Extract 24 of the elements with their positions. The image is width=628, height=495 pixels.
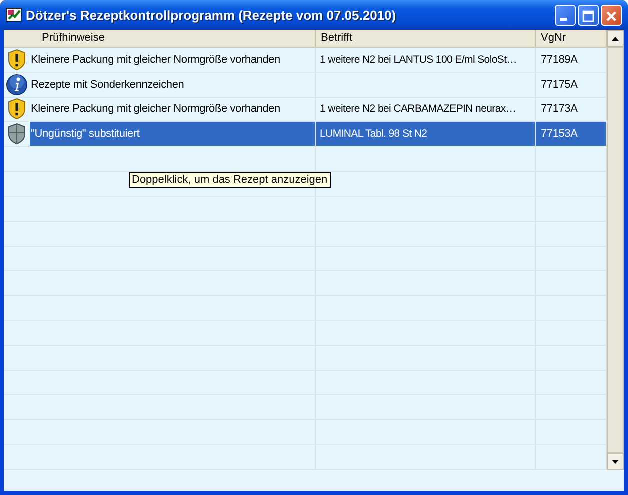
table-cell: Kleinere Packung mit gleicher Normgröße vorhanden xyxy=(30,98,316,122)
minimize-icon xyxy=(560,18,567,20)
app-icon xyxy=(6,8,22,22)
warning-shield-icon xyxy=(7,98,27,120)
tooltip: Doppelklick, um das Rezept anzuzeigen xyxy=(129,172,331,188)
scroll-up-icon[interactable] xyxy=(612,36,619,40)
maximize-button[interactable] xyxy=(578,4,599,26)
info-icon xyxy=(6,74,28,96)
minimize-button[interactable] xyxy=(555,4,576,26)
scroll-down-icon[interactable] xyxy=(612,460,619,464)
table-cell: 77153A xyxy=(536,122,607,146)
column-header[interactable]: Betrifft xyxy=(316,30,536,47)
column-header[interactable]: Prüfhinweise xyxy=(4,30,316,47)
table-cell: Kleinere Packung mit gleicher Normgröße vorhanden xyxy=(30,48,316,72)
shield-icon xyxy=(7,123,27,146)
table-cell: LUMINAL Tabl. 98 St N2 xyxy=(316,122,536,146)
scrollbar[interactable] xyxy=(607,30,624,470)
table-cell: 1 weitere N2 bei CARBAMAZEPIN neurax… xyxy=(316,98,536,122)
table-cell: 1 weitere N2 bei LANTUS 100 E/ml SoloSt… xyxy=(316,48,536,72)
table-cell: Rezepte mit Sonderkennzeichen xyxy=(30,72,316,97)
table-cell: "Ungünstig" substituiert xyxy=(30,122,316,146)
close-button[interactable] xyxy=(601,4,622,26)
warning-shield-icon xyxy=(7,48,27,71)
window-title: Dötzer's Rezeptkontrollprogramm (Rezepte vom 07.05.2010) xyxy=(26,8,398,22)
